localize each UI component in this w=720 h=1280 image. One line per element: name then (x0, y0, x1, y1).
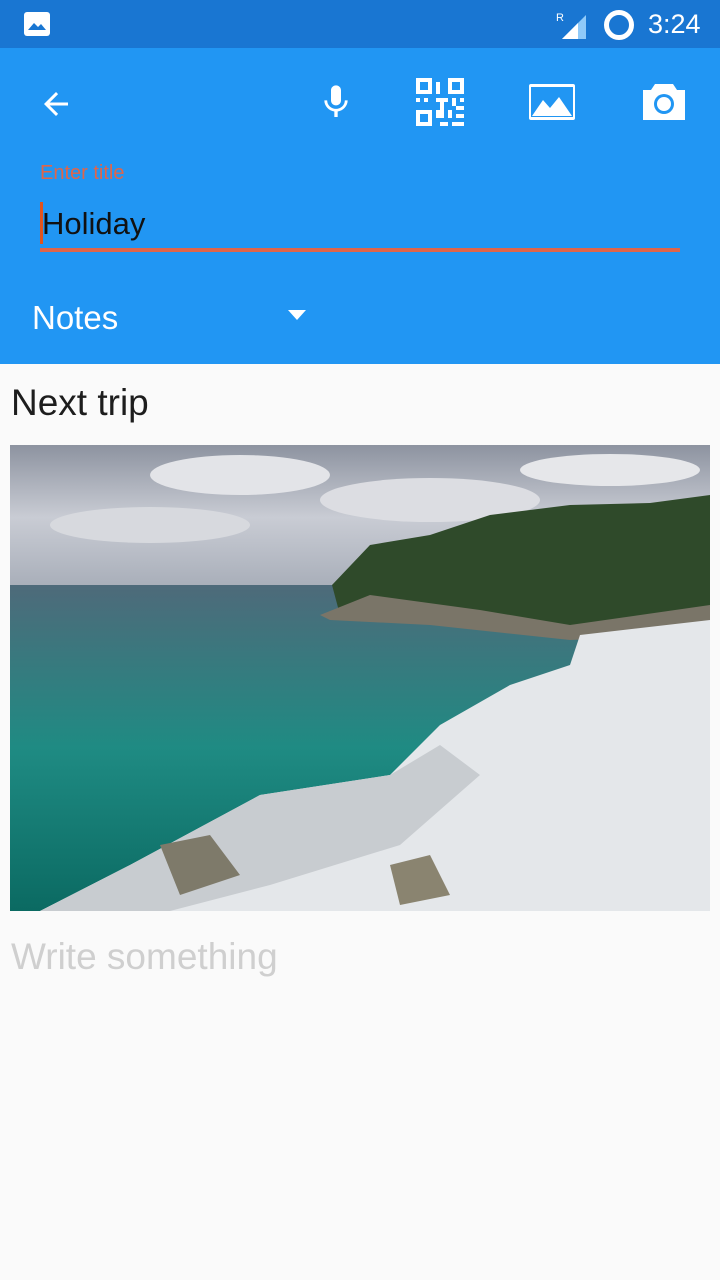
note-heading[interactable]: Next trip (11, 382, 149, 424)
image-icon (529, 84, 575, 120)
dropdown-caret-icon (288, 310, 306, 320)
camera-button[interactable] (628, 70, 700, 134)
qr-code-icon (416, 78, 464, 126)
battery-icon (604, 10, 634, 40)
note-body-input[interactable]: Write something (11, 936, 278, 978)
qr-scan-button[interactable] (404, 70, 476, 134)
note-image[interactable] (10, 445, 710, 911)
insert-image-button[interactable] (516, 70, 588, 134)
category-dropdown[interactable]: Notes (32, 296, 322, 340)
toolbar: Enter title Notes (0, 48, 720, 364)
voice-input-button[interactable] (300, 70, 372, 134)
camera-icon (643, 84, 685, 120)
text-cursor (40, 202, 43, 244)
category-selected-label: Notes (32, 299, 119, 336)
landscape-photo (10, 445, 710, 911)
arrow-back-icon (44, 92, 68, 116)
svg-text:R: R (556, 12, 564, 24)
title-label: Enter title (40, 162, 125, 184)
status-bar: R 3:24 (0, 0, 720, 48)
title-input[interactable] (40, 200, 680, 252)
gallery-notification-icon (24, 12, 50, 36)
signal-icon: R (556, 12, 586, 39)
mic-icon (324, 85, 348, 117)
back-button[interactable] (20, 72, 92, 136)
status-time: 3:24 (648, 9, 701, 39)
